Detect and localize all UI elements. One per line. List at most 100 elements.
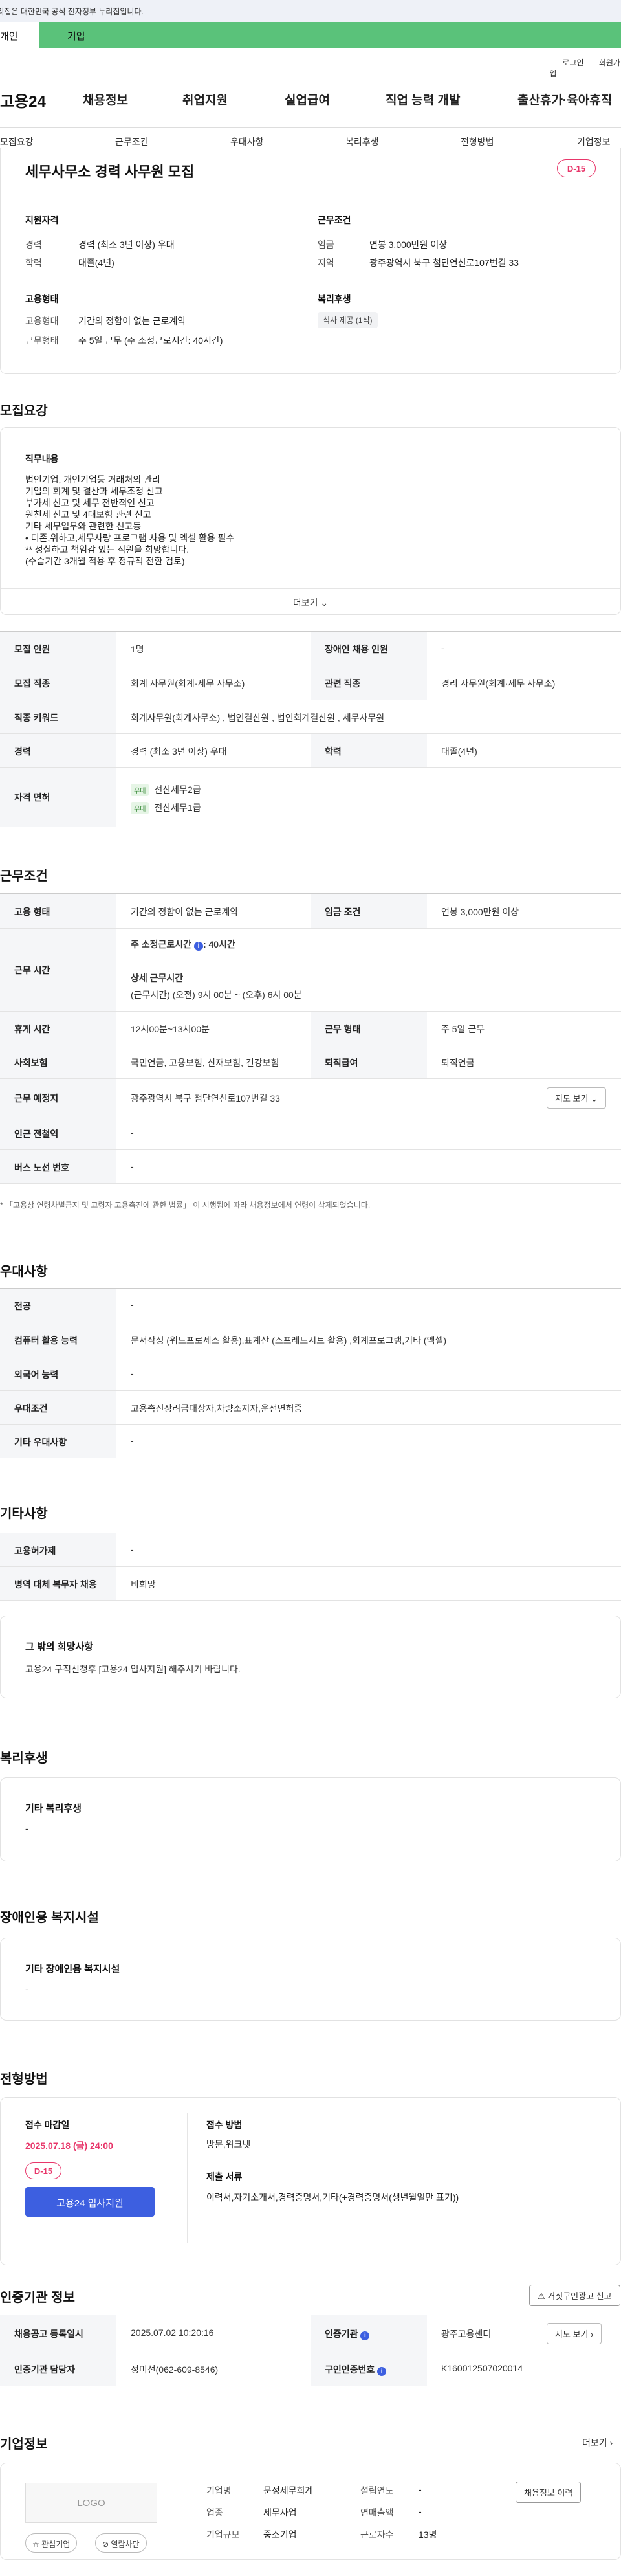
- duty-more-button[interactable]: 더보기 ⌄: [1, 596, 620, 609]
- table-row: 휴게 시간 12시00분~13시00분 근무 형태 주 5일 근무: [0, 1012, 621, 1045]
- career-value: 경력 (최소 3년 이상) 우대: [78, 239, 175, 250]
- table-cell: 회계사무원(회계사무소) , 법인결산원 , 법인회계결산원 , 세무사무원: [131, 713, 385, 723]
- nav-item-leave[interactable]: 출산휴가·육아휴직: [518, 91, 612, 108]
- table-cell: 12시00분~13시00분: [131, 1024, 210, 1034]
- size-label: 기업규모: [206, 2529, 240, 2540]
- site-logo[interactable]: 고용24: [0, 89, 46, 111]
- condition-heading: 근무조건: [318, 215, 351, 225]
- table-row: 외국어 능력 -: [0, 1357, 621, 1391]
- edu-label: 학력: [25, 258, 42, 268]
- company-name-label: 기업명: [206, 2485, 232, 2496]
- anchor-selection[interactable]: 전형방법: [461, 135, 494, 148]
- hiring-history-button[interactable]: 채용정보 이력: [516, 2482, 582, 2503]
- industry-label: 업종: [206, 2507, 223, 2518]
- company-more-link[interactable]: 더보기 ›: [582, 2436, 613, 2449]
- agency-map-button[interactable]: 지도 보기 ›: [547, 2323, 602, 2344]
- duty-box: 직무내용 법인기업, 개인기업등 거래처의 관리 기업의 회계 및 결산과 세무…: [0, 427, 621, 615]
- hours-detail: (근무시간) (오전) 9시 00분 ~ (오후) 6시 00분: [131, 990, 302, 1000]
- table-cell: 정미선(062-609-8546): [131, 2364, 219, 2375]
- table-header: 인증기관 i: [310, 2315, 427, 2351]
- info-icon[interactable]: i: [360, 2331, 370, 2340]
- info-icon[interactable]: i: [193, 942, 203, 951]
- company-logo: LOGO: [25, 2483, 157, 2523]
- chevron-down-icon: ⌄: [320, 597, 329, 608]
- table-row: 직종 키워드 회계사무원(회계사무소) , 법인결산원 , 법인회계결산원 , …: [0, 700, 621, 734]
- work-table: 고용 형태 기간의 정함이 없는 근로계약 임금 조건 연봉 3,000만원 이…: [0, 893, 621, 1203]
- info-icon[interactable]: i: [377, 2367, 387, 2376]
- anchor-welfare[interactable]: 복리후생: [345, 135, 379, 148]
- etc-table: 고용허가제 - 병역 대체 복무자 채용 비희망: [0, 1533, 621, 1601]
- table-row: 근무 예정지 광주광역시 북구 첨단연신로107번길 33 지도 보기 ⌄: [0, 1079, 621, 1116]
- year-label: 설립연도: [360, 2485, 394, 2496]
- nav-item-jobs[interactable]: 채용정보: [83, 91, 128, 108]
- duty-line: • 더존,위하고,세무사랑 프로그램 사용 및 엑셀 활용 필수: [25, 533, 235, 543]
- nav-item-employment-support[interactable]: 취업지원: [182, 91, 228, 108]
- welfare-box: 기타 복리후생 -: [0, 1777, 621, 1861]
- chevron-right-icon: ›: [609, 2437, 613, 2448]
- table-cell: 기간의 정함이 없는 근로계약: [131, 907, 239, 917]
- chevron-right-icon: ›: [591, 2329, 594, 2339]
- table-header: 임금 조건: [310, 894, 427, 928]
- table-cell: 비희망: [131, 1579, 156, 1590]
- table-cell: -: [131, 1368, 134, 1379]
- table-header: 병역 대체 복무자 채용: [0, 1567, 116, 1600]
- tab-personal[interactable]: 개인: [0, 22, 39, 48]
- table-row: 경력 경력 (최소 3년 이상) 우대 학력 대졸(4년): [0, 734, 621, 768]
- tab-company[interactable]: 기업: [39, 22, 621, 48]
- method-heading: 접수 방법: [206, 2120, 243, 2130]
- table-header: 컴퓨터 활용 능력: [0, 1322, 116, 1357]
- nav-item-unemployment[interactable]: 실업급여: [285, 91, 330, 108]
- gov-banner: 이 누리집은 대한민국 공식 전자정부 누리집입니다.: [0, 0, 621, 22]
- favorite-company-button[interactable]: ☆ 관심기업: [25, 2533, 78, 2553]
- company-box: LOGO ☆ 관심기업 ⊘ 열람차단 기업명 문정세무회계 업종 세무사업 기업…: [0, 2463, 621, 2560]
- map-button[interactable]: 지도 보기 ⌄: [547, 1087, 606, 1109]
- table-header: 모집 인원: [0, 632, 116, 665]
- prefer-table: 전공 - 컴퓨터 활용 능력 문서작성 (워드프로세스 활용),표계산 (스프레…: [0, 1288, 621, 1458]
- welfare-heading: 복리후생: [318, 294, 351, 304]
- welfare-section-title: 복리후생: [0, 1751, 48, 1766]
- disability-section-title: 장애인용 복지시설: [0, 1911, 99, 1925]
- welfare-box-heading: 기타 복리후생: [25, 1803, 82, 1814]
- duty-line: 원천세 신고 및 4대보험 관련 신고: [25, 509, 151, 520]
- table-header: 경력: [0, 734, 116, 767]
- divider: [187, 2113, 188, 2243]
- report-fake-ad-button[interactable]: ⚠ 거짓구인광고 신고: [529, 2285, 620, 2306]
- job-summary-card: 세무사무소 경력 사무원 모집 D-15 지원자격 경력 경력 (최소 3년 이…: [0, 148, 621, 374]
- table-header: 자격 면허: [0, 768, 116, 827]
- table-row: 우대조건 고용촉진장려금대상자,차량소지자,운전면허증: [0, 1391, 621, 1425]
- table-row: 모집 직종 회계 사무원(회계·세무 사무소) 관련 직종 경리 사무원(회계·…: [0, 665, 621, 700]
- size-value: 중소기업: [263, 2529, 297, 2540]
- duty-line: 부가세 신고 및 세무 전반적인 신고: [25, 498, 155, 508]
- table-row: 버스 노선 번호 -: [0, 1150, 621, 1184]
- table-row: 사회보험 국민연금, 고용보험, 산재보험, 건강보험 퇴직급여 퇴직연금: [0, 1045, 621, 1079]
- table-header: 사회보험: [0, 1045, 116, 1078]
- join-link[interactable]: 회원가입: [549, 58, 620, 78]
- apply-button[interactable]: 고용24 입사지원: [25, 2187, 155, 2217]
- anchor-prefer[interactable]: 우대사항: [230, 135, 264, 148]
- table-header: 버스 노선 번호: [0, 1150, 116, 1183]
- login-link[interactable]: 로그인: [562, 58, 583, 67]
- anchor-company[interactable]: 기업정보: [577, 135, 611, 148]
- table-cell: 2025.07.02 10:20:16: [131, 2327, 214, 2338]
- duty-line: (수습기간 3개월 적용 후 정규직 전환 검토): [25, 556, 185, 566]
- year-value: -: [419, 2484, 422, 2494]
- table-header: 근무 형태: [310, 1012, 427, 1045]
- table-row: 컴퓨터 활용 능력 문서작성 (워드프로세스 활용),표계산 (스프레드시트 활…: [0, 1322, 621, 1357]
- company-name: 문정세무회계: [263, 2485, 314, 2496]
- anchor-work[interactable]: 근무조건: [115, 135, 149, 148]
- table-header: 우대조건: [0, 1391, 116, 1424]
- employment-heading: 고용형태: [25, 294, 59, 304]
- docs-heading: 제출 서류: [206, 2171, 243, 2182]
- qualification-heading: 지원자격: [25, 215, 59, 225]
- prefer-badge: 우대: [131, 802, 149, 814]
- table-cell: 회계 사무원(회계·세무 사무소): [131, 678, 245, 689]
- table-header: 구인인증번호 i: [310, 2351, 427, 2386]
- anchor-recruit[interactable]: 모집요강: [0, 135, 34, 148]
- prefer-section-title: 우대사항: [0, 1265, 48, 1279]
- career-label: 경력: [25, 239, 42, 250]
- cert-section-title: 인증기관 정보: [0, 2291, 75, 2305]
- block-view-button[interactable]: ⊘ 열람차단: [95, 2533, 147, 2553]
- license-item: 우대 전산세무2급: [131, 783, 201, 796]
- nav-item-training[interactable]: 직업 능력 개발: [386, 91, 460, 108]
- region-label: 지역: [318, 258, 334, 268]
